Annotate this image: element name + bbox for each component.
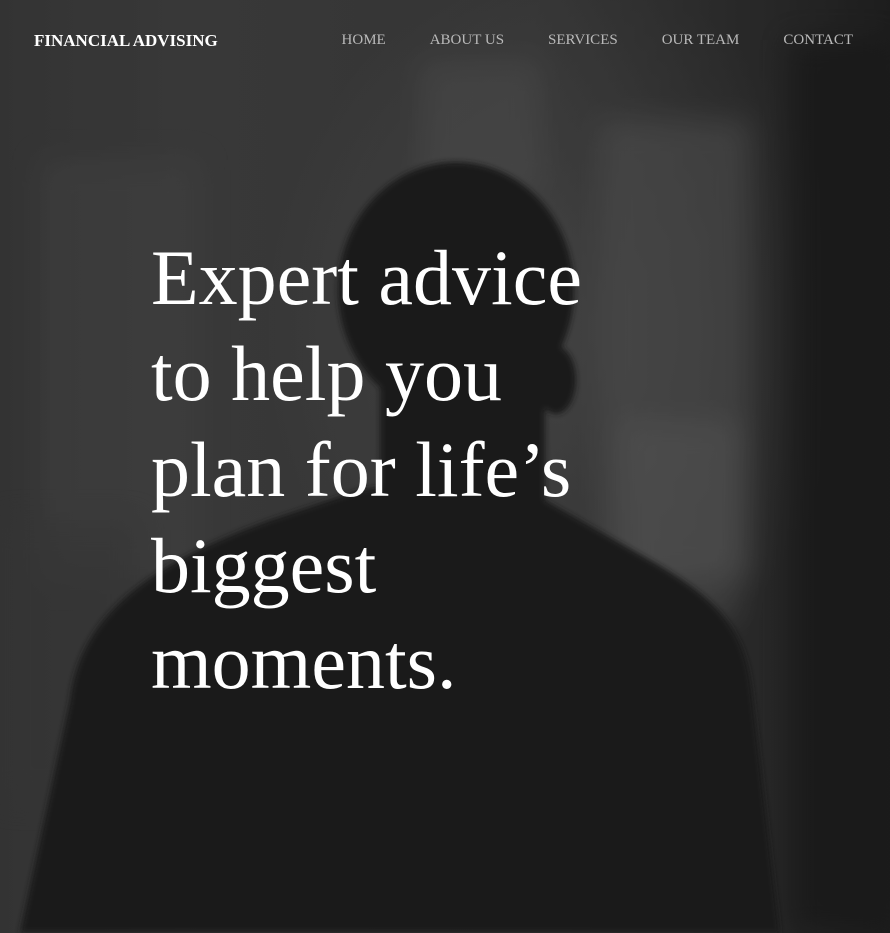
top-navigation: FINANCIAL ADVISING HOME ABOUT US SERVICE… (0, 0, 890, 80)
hero-headline: Expert advice to help you plan for life’… (151, 234, 582, 705)
nav-item-contact[interactable]: CONTACT (783, 32, 853, 49)
nav-item-about-us[interactable]: ABOUT US (430, 32, 504, 49)
brand-logo-text[interactable]: FINANCIAL ADVISING (34, 31, 218, 51)
nav-menu: HOME ABOUT US SERVICES OUR TEAM CONTACT (342, 32, 853, 49)
hero-section: FINANCIAL ADVISING HOME ABOUT US SERVICE… (0, 0, 890, 933)
nav-item-services[interactable]: SERVICES (548, 32, 618, 49)
nav-item-home[interactable]: HOME (342, 32, 386, 49)
nav-item-our-team[interactable]: OUR TEAM (662, 32, 740, 49)
